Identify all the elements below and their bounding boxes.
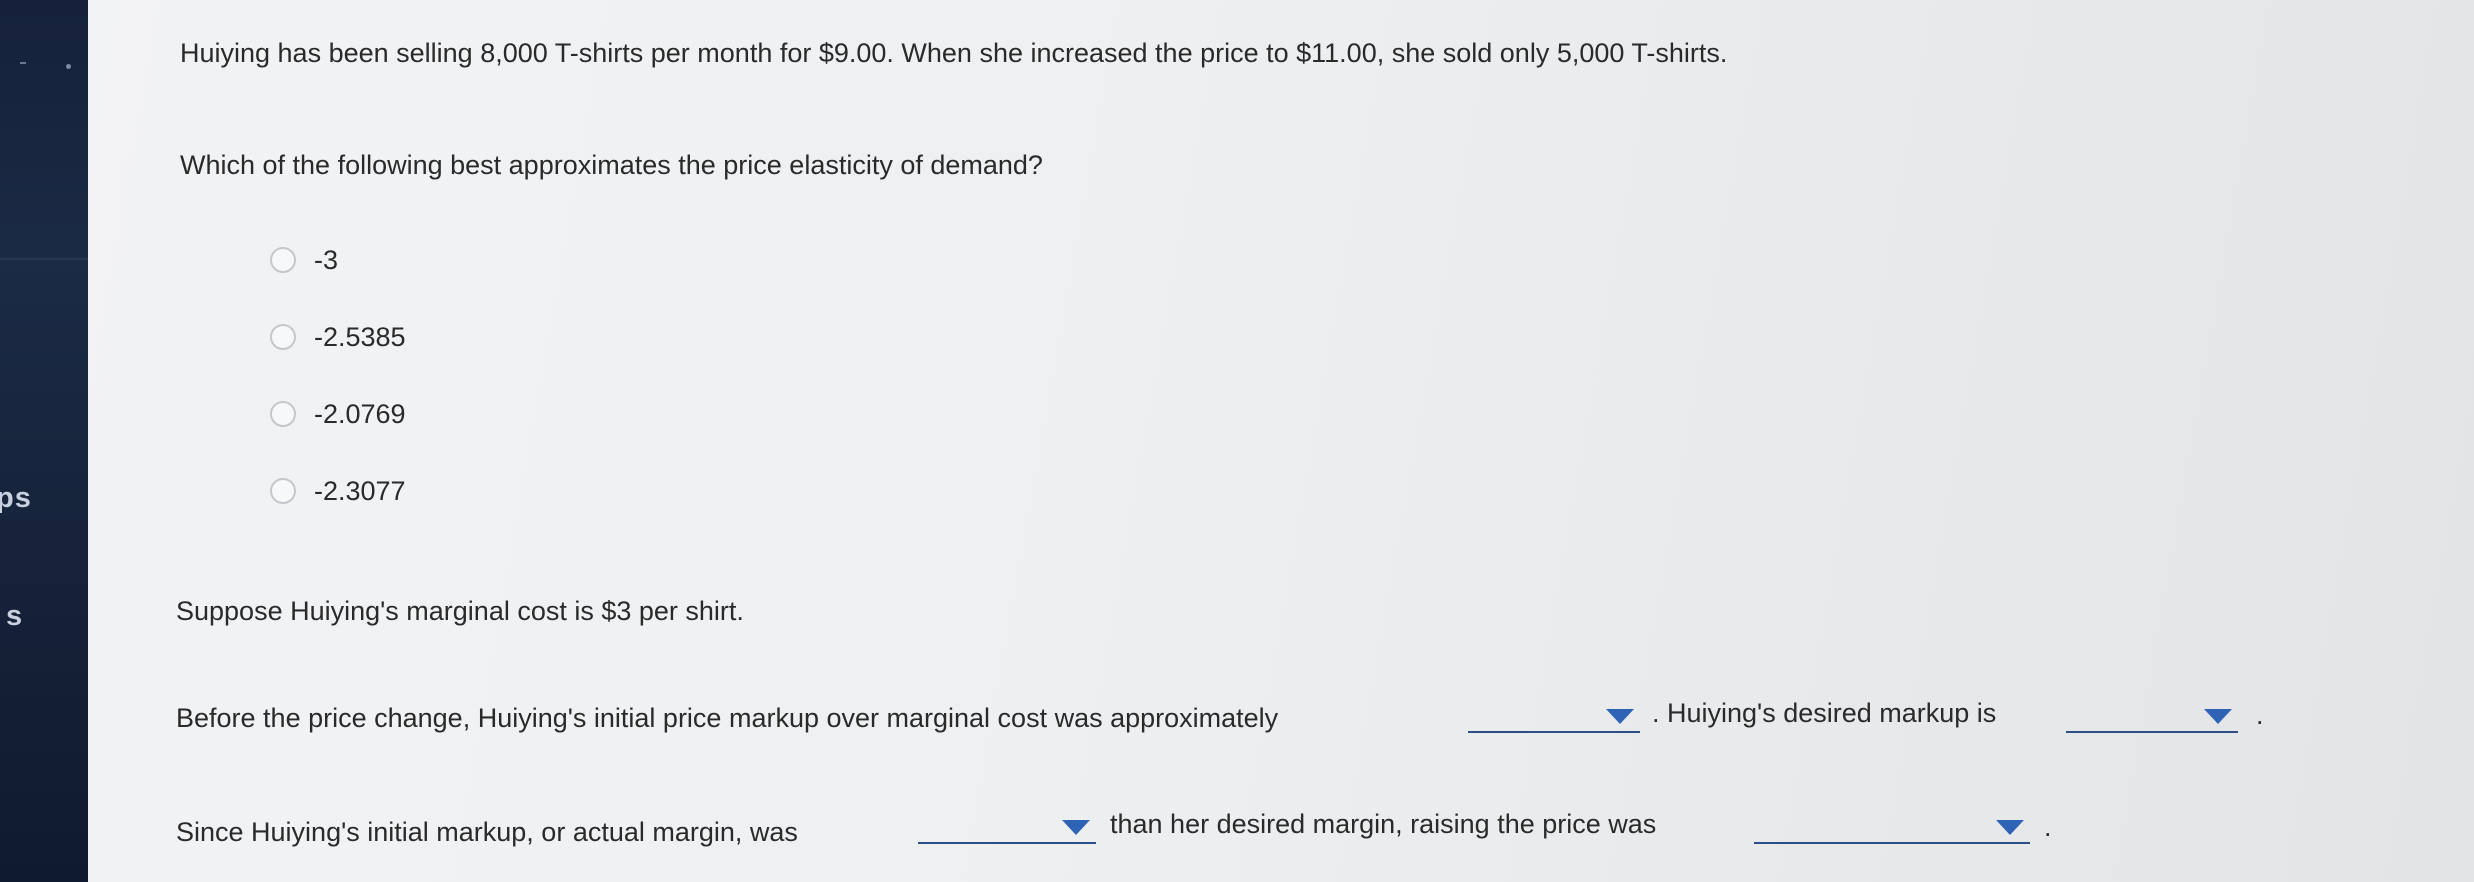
answer-option-4[interactable]: -2.3077 [270, 474, 406, 508]
chevron-down-icon[interactable] [2204, 709, 2232, 724]
radio-button[interactable] [270, 478, 296, 504]
margin-comparison-dropdown[interactable] [918, 814, 1096, 844]
radio-button[interactable] [270, 247, 296, 273]
margin-sentence-part-2: than her desired margin, raising the pri… [1110, 809, 1657, 839]
question-prompt: Which of the following best approximates… [180, 150, 1043, 180]
marginal-cost-setup: Suppose Huiying's marginal cost is $3 pe… [176, 596, 744, 626]
answer-option-1[interactable]: -3 [270, 243, 338, 277]
initial-markup-dropdown[interactable] [1468, 703, 1640, 733]
answer-option-2[interactable]: -2.5385 [270, 320, 406, 354]
desired-markup-dropdown[interactable] [2066, 703, 2238, 733]
markup-sentence-part-1: Before the price change, Huiying's initi… [176, 703, 1279, 733]
answer-option-label: -2.3077 [314, 475, 406, 506]
answer-option-label: -3 [314, 244, 339, 275]
radio-button[interactable] [270, 324, 296, 350]
answer-option-3[interactable]: -2.0769 [270, 397, 406, 431]
answer-option-label: -2.0769 [314, 398, 406, 429]
price-raise-dropdown[interactable] [1754, 814, 2030, 844]
sentence-period: . [2044, 812, 2052, 842]
margin-sentence-part-1: Since Huiying's initial markup, or actua… [176, 817, 798, 847]
chevron-down-icon[interactable] [1996, 820, 2024, 835]
question-stem: Huiying has been selling 8,000 T-shirts … [180, 38, 1728, 68]
markup-sentence-part-2: . Huiying's desired markup is [1652, 698, 1997, 728]
radio-button[interactable] [270, 401, 296, 427]
chevron-down-icon[interactable] [1606, 709, 1634, 724]
answer-option-label: -2.5385 [314, 321, 406, 352]
chevron-down-icon[interactable] [1062, 820, 1090, 835]
question-content: Huiying has been selling 8,000 T-shirts … [0, 0, 2474, 882]
sentence-period: . [2256, 700, 2264, 730]
